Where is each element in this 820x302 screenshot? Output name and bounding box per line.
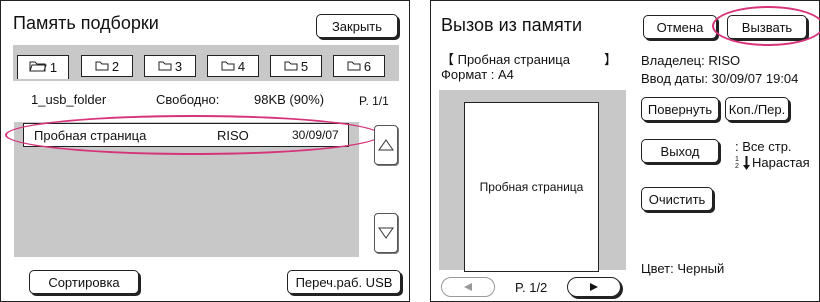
page-indicator: P. 1/2	[515, 280, 548, 295]
free-space-label: Свободно:	[156, 92, 220, 107]
cancel-button[interactable]: Отмена	[643, 15, 717, 39]
tab-folder-1[interactable]: 1	[17, 55, 69, 79]
tab-label: 1	[49, 60, 58, 75]
triangle-left-icon	[464, 283, 472, 291]
file-owner: RISO	[217, 128, 249, 143]
tab-folder-5[interactable]: 5	[270, 55, 322, 77]
close-button[interactable]: Закрыть	[316, 14, 398, 38]
folder-icon	[347, 59, 361, 74]
sort-button[interactable]: Сортировка	[29, 270, 139, 294]
document-format: Формат : A4	[441, 67, 514, 82]
recall-from-memory-panel: Вызов из памяти Отмена Вызвать 【 Пробная…	[430, 0, 820, 302]
prev-page-button[interactable]	[441, 277, 495, 297]
copies-pages-button[interactable]: Коп./Пер.	[725, 97, 789, 121]
scroll-down-button[interactable]	[374, 213, 398, 253]
preview-label: Пробная страница	[479, 180, 584, 194]
folder-name: 1_usb_folder	[31, 92, 107, 107]
free-space-value: 98KB (90%)	[254, 92, 325, 107]
folder-icon	[95, 59, 109, 74]
file-row[interactable]: Пробная страница RISO 30/09/07	[23, 123, 349, 147]
owner-info: Владелец: RISO	[641, 53, 741, 68]
rotate-button[interactable]: Повернуть	[641, 97, 719, 121]
triangle-up-icon	[378, 139, 394, 151]
file-name: Пробная страница	[34, 128, 147, 143]
sort-order-icon: 1 2 Нарастая	[735, 155, 810, 170]
arrow-down-icon	[743, 155, 750, 170]
next-page-button[interactable]	[567, 277, 621, 297]
clear-button[interactable]: Очистить	[641, 187, 713, 211]
tab-label: 4	[237, 58, 246, 74]
folder-open-icon	[29, 60, 47, 75]
page-preview: Пробная страница	[464, 102, 599, 272]
output-pages: : Все стр.	[735, 139, 792, 154]
output-button[interactable]: Выход	[641, 139, 719, 163]
triangle-right-icon	[590, 283, 598, 291]
tab-folder-3[interactable]: 3	[144, 55, 196, 77]
usb-job-list-button[interactable]: Переч.раб. USB	[287, 270, 401, 294]
tab-folder-6[interactable]: 6	[333, 55, 385, 77]
tab-folder-4[interactable]: 4	[207, 55, 259, 77]
recall-button[interactable]: Вызвать	[727, 15, 807, 39]
panel-title: Память подборки	[13, 13, 159, 33]
page-indicator: P. 1/1	[359, 94, 389, 108]
triangle-down-icon	[378, 227, 394, 239]
tab-label: 2	[111, 58, 120, 74]
file-date: 30/09/07	[292, 128, 339, 142]
panel-title: Вызов из памяти	[441, 15, 583, 35]
folder-icon	[284, 59, 298, 74]
document-name-bracket: 】	[604, 52, 618, 67]
order-digits: 1 2	[735, 155, 739, 170]
date-entry-info: Ввод даты: 30/09/07 19:04	[641, 71, 799, 86]
memory-collection-panel: Память подборки Закрыть 1 2 3 4 5 6 1_us…	[0, 0, 410, 302]
tab-label: 3	[174, 58, 183, 74]
scroll-up-button[interactable]	[374, 125, 398, 165]
color-info: Цвет: Черный	[641, 261, 725, 276]
document-name: 【 Пробная страница	[441, 52, 570, 67]
tab-label: 5	[300, 58, 309, 74]
tab-folder-2[interactable]: 2	[81, 55, 133, 77]
folder-icon	[158, 59, 172, 74]
tab-label: 6	[363, 58, 372, 74]
folder-icon	[221, 59, 235, 74]
ascending-label: Нарастая	[752, 155, 810, 170]
